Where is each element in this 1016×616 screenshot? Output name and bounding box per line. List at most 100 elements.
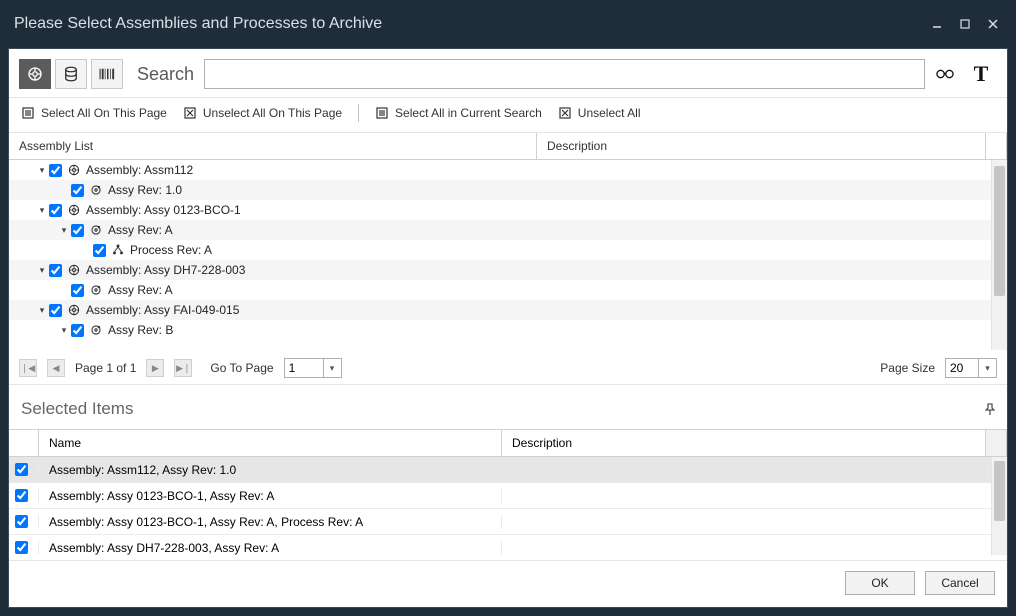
expand-caret-icon[interactable]: ▾ [37, 305, 47, 316]
expand-caret-icon[interactable]: ▾ [37, 265, 47, 276]
assembly-filter-button[interactable] [19, 59, 51, 89]
next-page-button[interactable]: ▶ [146, 359, 164, 377]
prev-page-button[interactable]: ◀ [47, 359, 65, 377]
barcode-filter-button[interactable] [91, 59, 123, 89]
tree-row[interactable]: Process Rev: A [9, 240, 991, 260]
assembly-tree[interactable]: ▾ Assembly: Assm112 Assy Rev: 1.0 ▾ Assembly… [9, 160, 991, 350]
database-filter-button[interactable] [55, 59, 87, 89]
page-status: Page 1 of 1 [75, 361, 136, 375]
row-checkbox[interactable] [49, 264, 62, 277]
tree-row[interactable]: ▾ Assy Rev: B [9, 320, 991, 340]
tree-row[interactable]: ▾ Assembly: Assy 0123-BCO-1 [9, 200, 991, 220]
row-checkbox[interactable] [71, 184, 84, 197]
row-checkbox[interactable] [71, 284, 84, 297]
assembly-icon [66, 163, 82, 177]
pin-icon[interactable] [985, 403, 995, 415]
column-assembly-list[interactable]: Assembly List [9, 133, 537, 159]
row-checkbox[interactable] [49, 204, 62, 217]
goto-page-input[interactable] [284, 358, 324, 378]
selected-row-name: Assembly: Assm112, Assy Rev: 1.0 [39, 463, 502, 477]
goto-label: Go To Page [210, 361, 273, 375]
row-checkbox[interactable] [15, 515, 28, 528]
search-input[interactable] [204, 59, 925, 89]
tree-row-label: Assy Rev: A [108, 283, 173, 297]
expand-caret-icon[interactable]: ▾ [37, 205, 47, 216]
select-all-page-action[interactable]: Select All On This Page [21, 106, 167, 120]
tree-row-label: Assembly: Assy 0123-BCO-1 [86, 203, 241, 217]
text-format-button[interactable]: T [965, 59, 997, 89]
column-check [9, 430, 39, 456]
tree-row[interactable]: ▾ Assembly: Assm112 [9, 160, 991, 180]
page-size-dropdown[interactable]: ▾ [979, 358, 997, 378]
tree-row[interactable]: ▾ Assy Rev: A [9, 220, 991, 240]
close-button[interactable] [984, 15, 1002, 33]
row-checkbox[interactable] [15, 463, 28, 476]
tree-row-label: Assembly: Assy DH7-228-003 [86, 263, 245, 277]
tree-row-label: Assembly: Assm112 [86, 163, 193, 177]
dialog-footer: OK Cancel [9, 560, 1007, 607]
expand-caret-icon[interactable]: ▾ [37, 165, 47, 176]
goto-page-dropdown[interactable]: ▾ [324, 358, 342, 378]
vertical-scrollbar[interactable] [991, 457, 1007, 555]
minimize-button[interactable] [928, 15, 946, 33]
dialog-content: Search T Select All On This Page Unselec… [8, 48, 1008, 608]
column-description[interactable]: Description [502, 430, 986, 456]
pager: ❘◀ ◀ Page 1 of 1 ▶ ▶❘ Go To Page ▾ Page … [9, 350, 1007, 385]
search-toolbar: Search T [9, 49, 1007, 98]
row-checkbox[interactable] [15, 541, 28, 554]
page-size-label: Page Size [880, 361, 935, 375]
row-checkbox[interactable] [71, 224, 84, 237]
unselect-all-page-action[interactable]: Unselect All On This Page [183, 106, 342, 120]
expand-caret-icon[interactable]: ▾ [59, 325, 69, 336]
row-checkbox[interactable] [15, 489, 28, 502]
cancel-button[interactable]: Cancel [925, 571, 995, 595]
list-cross-icon [183, 106, 197, 120]
rev-icon [88, 223, 104, 237]
assembly-icon [66, 263, 82, 277]
select-all-search-action[interactable]: Select All in Current Search [375, 106, 542, 120]
selected-row[interactable]: Assembly: Assy 0123-BCO-1, Assy Rev: A [9, 483, 991, 509]
tree-row-label: Assy Rev: B [108, 323, 173, 337]
column-name[interactable]: Name [39, 430, 502, 456]
assembly-icon [66, 303, 82, 317]
mask-icon[interactable] [929, 59, 961, 89]
first-page-button[interactable]: ❘◀ [19, 359, 37, 377]
selected-items-grid[interactable]: Assembly: Assm112, Assy Rev: 1.0 Assembly… [9, 457, 991, 555]
scroll-thumb[interactable] [994, 461, 1005, 521]
selected-row-name: Assembly: Assy 0123-BCO-1, Assy Rev: A, … [39, 515, 502, 529]
row-checkbox[interactable] [49, 164, 62, 177]
scroll-gutter [986, 133, 1007, 159]
vertical-scrollbar[interactable] [991, 160, 1007, 350]
tree-row[interactable]: ▾ Assembly: Assy DH7-228-003 [9, 260, 991, 280]
titlebar: Please Select Assemblies and Processes t… [0, 0, 1016, 48]
page-size-input[interactable] [945, 358, 979, 378]
selected-grid-header: Name Description [9, 429, 1007, 457]
tree-row-label: Assy Rev: 1.0 [108, 183, 182, 197]
tree-row[interactable]: ▾ Assembly: Assy FAI-049-015 [9, 300, 991, 320]
row-checkbox[interactable] [93, 244, 106, 257]
tree-row[interactable]: Assy Rev: A [9, 280, 991, 300]
last-page-button[interactable]: ▶❘ [174, 359, 192, 377]
assembly-icon [66, 203, 82, 217]
column-description[interactable]: Description [537, 133, 986, 159]
row-checkbox[interactable] [71, 324, 84, 337]
scroll-thumb[interactable] [994, 166, 1005, 296]
tree-row-label: Assy Rev: A [108, 223, 173, 237]
expand-caret-icon[interactable]: ▾ [59, 225, 69, 236]
window-title: Please Select Assemblies and Processes t… [14, 15, 382, 33]
tree-grid-header: Assembly List Description [9, 133, 1007, 160]
maximize-button[interactable] [956, 15, 974, 33]
selected-row[interactable]: Assembly: Assm112, Assy Rev: 1.0 [9, 457, 991, 483]
ok-button[interactable]: OK [845, 571, 915, 595]
selected-row[interactable]: Assembly: Assy DH7-228-003, Assy Rev: A [9, 535, 991, 555]
selected-items-title: Selected Items [9, 385, 1007, 429]
unselect-all-action[interactable]: Unselect All [558, 106, 641, 120]
selected-row-name: Assembly: Assy 0123-BCO-1, Assy Rev: A [39, 489, 502, 503]
list-check-icon [21, 106, 35, 120]
tree-row-label: Assembly: Assy FAI-049-015 [86, 303, 239, 317]
rev-icon [88, 183, 104, 197]
tree-row[interactable]: Assy Rev: 1.0 [9, 180, 991, 200]
row-checkbox[interactable] [49, 304, 62, 317]
action-bar: Select All On This Page Unselect All On … [9, 98, 1007, 133]
selected-row[interactable]: Assembly: Assy 0123-BCO-1, Assy Rev: A, … [9, 509, 991, 535]
